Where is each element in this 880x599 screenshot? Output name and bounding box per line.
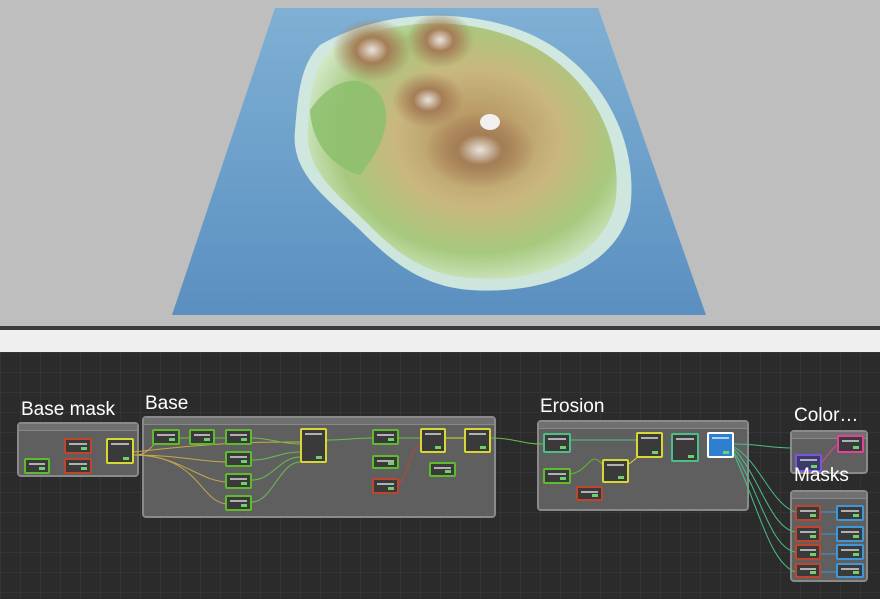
node-combine[interactable]	[420, 428, 446, 453]
node-filter[interactable]	[795, 505, 821, 521]
group-title-color[interactable]: Color…	[794, 406, 858, 425]
node-combine[interactable]	[602, 459, 629, 483]
node-filter[interactable]	[64, 458, 92, 474]
group-title-erosion[interactable]: Erosion	[540, 397, 604, 416]
node-filter[interactable]	[372, 478, 399, 494]
node-erosion[interactable]	[671, 433, 699, 462]
node-generator[interactable]	[225, 451, 252, 467]
node-generator[interactable]	[543, 468, 571, 484]
terrain-preview[interactable]	[0, 0, 880, 326]
node-filter[interactable]	[795, 526, 821, 542]
node-combine[interactable]	[636, 432, 663, 458]
node-graph[interactable]: Base mask Base Erosion Color… Masks	[0, 352, 880, 599]
node-filter[interactable]	[64, 438, 92, 454]
node-filter[interactable]	[795, 544, 821, 560]
3d-viewport[interactable]	[0, 0, 880, 326]
node-selected-output[interactable]	[707, 432, 734, 458]
node-output[interactable]	[836, 563, 864, 578]
graph-toolbar	[0, 330, 880, 352]
group-title-base[interactable]: Base	[145, 394, 188, 413]
node-generator[interactable]	[189, 429, 215, 445]
node-output[interactable]	[836, 505, 864, 521]
node-generator[interactable]	[372, 455, 399, 469]
node-erosion[interactable]	[543, 433, 571, 453]
snow-cap	[480, 114, 500, 130]
node-filter[interactable]	[795, 563, 821, 578]
node-combine[interactable]	[106, 438, 134, 464]
node-output[interactable]	[836, 526, 864, 542]
node-generator[interactable]	[24, 458, 50, 474]
group-title-base-mask[interactable]: Base mask	[21, 400, 115, 419]
node-color[interactable]	[837, 435, 864, 453]
node-generator[interactable]	[225, 495, 252, 511]
mountain-peak-2	[406, 12, 474, 68]
group-title-masks[interactable]: Masks	[794, 466, 849, 485]
mountain-peak-4	[425, 112, 535, 188]
node-generator[interactable]	[152, 429, 180, 445]
node-generator[interactable]	[225, 473, 252, 489]
node-generator[interactable]	[429, 462, 456, 477]
mountain-peak-1	[332, 18, 412, 82]
node-filter[interactable]	[576, 486, 603, 501]
node-generator[interactable]	[372, 429, 399, 445]
node-generator[interactable]	[225, 429, 252, 445]
node-output[interactable]	[836, 544, 864, 560]
node-combine[interactable]	[464, 428, 491, 453]
node-combine[interactable]	[300, 428, 327, 463]
